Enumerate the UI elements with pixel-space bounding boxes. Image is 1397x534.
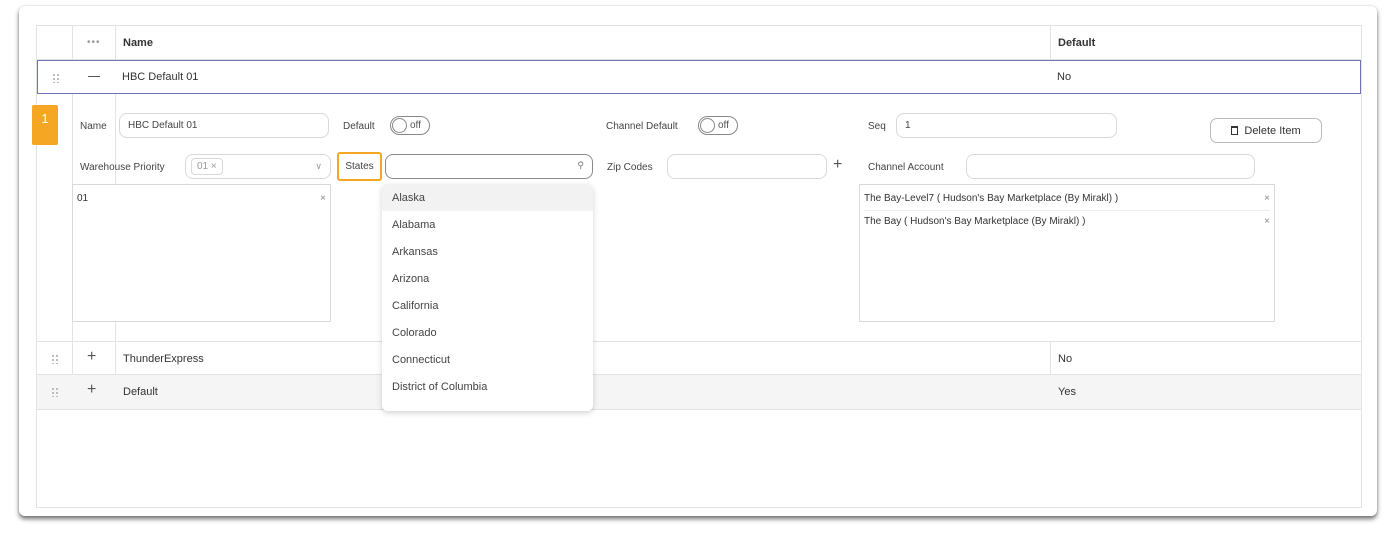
close-icon[interactable]: × [320, 193, 326, 204]
table-row[interactable]: HBC Default 01 No [37, 60, 1361, 94]
drag-handle-icon[interactable] [51, 354, 59, 364]
chevron-down-icon: ∨ [315, 161, 322, 171]
close-icon[interactable]: × [1264, 193, 1270, 204]
column-header-name[interactable]: Name [123, 37, 153, 49]
trash-icon [1231, 126, 1239, 135]
dropdown-option[interactable]: Alaska [382, 184, 593, 211]
list-item[interactable]: The Bay ( Hudson's Bay Marketplace (By M… [864, 210, 1270, 232]
dropdown-option[interactable]: District of Columbia [382, 373, 593, 400]
row-name: ThunderExpress [123, 353, 204, 365]
row-name: HBC Default 01 [122, 71, 199, 83]
warehouse-list: 01 × [72, 184, 331, 322]
row-default: Yes [1058, 386, 1076, 398]
drag-handle-icon[interactable] [52, 73, 60, 83]
channel-default-toggle[interactable]: off [698, 116, 738, 135]
states-search-input[interactable]: ⚲ [385, 154, 593, 179]
channel-account-label: Channel Account [868, 162, 944, 173]
warehouse-priority-label: Warehouse Priority [80, 162, 165, 173]
delete-item-button[interactable]: Delete Item [1210, 118, 1322, 143]
list-item[interactable]: 01 × [77, 187, 326, 209]
row-default: No [1058, 353, 1073, 365]
plus-icon[interactable]: + [87, 349, 96, 365]
settings-panel: ••• Name Default HBC Default 01 No 1 Nam… [19, 6, 1377, 516]
channel-account-input[interactable] [966, 154, 1255, 179]
dropdown-option[interactable]: Colorado [382, 319, 593, 346]
drag-handle-icon[interactable] [51, 387, 59, 397]
dropdown-option[interactable]: Arizona [382, 265, 593, 292]
states-label: States [345, 161, 374, 172]
name-label: Name [80, 121, 107, 132]
row-name: Default [123, 386, 158, 398]
table-row[interactable]: + Default Yes [37, 375, 1361, 410]
zip-codes-label: Zip Codes [607, 162, 653, 173]
row-index-badge: 1 [32, 105, 58, 145]
seq-input[interactable]: 1 [896, 113, 1117, 138]
dropdown-option[interactable]: Arkansas [382, 238, 593, 265]
column-header-default[interactable]: Default [1058, 37, 1095, 49]
data-table: ••• Name Default HBC Default 01 No 1 Nam… [32, 25, 1362, 508]
plus-icon[interactable]: + [833, 157, 842, 173]
channel-default-label: Channel Default [606, 121, 678, 132]
states-dropdown: Alaska Alabama Arkansas Arizona Californ… [382, 184, 593, 411]
plus-icon[interactable]: + [87, 382, 96, 398]
zip-codes-input[interactable] [667, 154, 827, 179]
states-label-box: States [337, 152, 382, 181]
dropdown-option[interactable]: Alabama [382, 211, 593, 238]
close-icon[interactable]: × [1264, 216, 1270, 227]
dropdown-option[interactable]: Connecticut [382, 346, 593, 373]
minus-icon[interactable] [88, 76, 100, 77]
dropdown-option[interactable]: California [382, 292, 593, 319]
default-toggle[interactable]: off [390, 116, 430, 135]
name-input[interactable]: HBC Default 01 [119, 113, 329, 138]
table-row[interactable]: + ThunderExpress No [37, 341, 1361, 375]
list-item[interactable]: The Bay-Level7 ( Hudson's Bay Marketplac… [864, 187, 1270, 209]
warehouse-tag[interactable]: 01 × [191, 158, 223, 175]
search-icon: ⚲ [577, 160, 584, 170]
seq-label: Seq [868, 121, 886, 132]
table-header: ••• Name Default [37, 26, 1361, 60]
row-default: No [1057, 71, 1072, 83]
more-icon[interactable]: ••• [87, 37, 101, 48]
default-label: Default [343, 121, 375, 132]
channel-account-list: The Bay-Level7 ( Hudson's Bay Marketplac… [859, 184, 1275, 322]
